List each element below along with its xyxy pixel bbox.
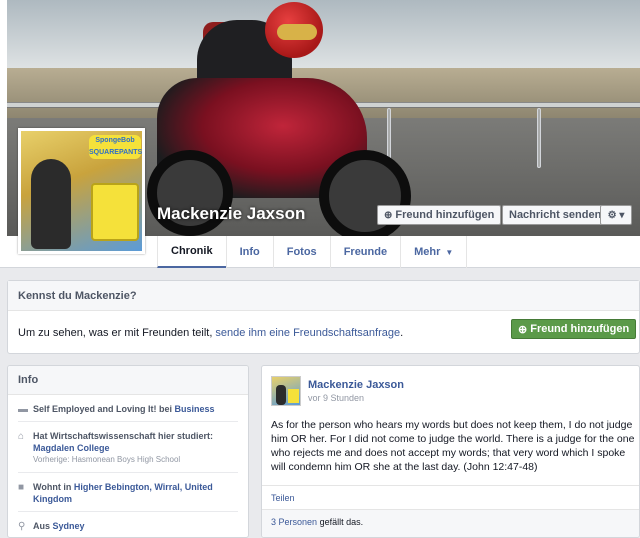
- post-likes: 3 Personen gefällt das.: [262, 510, 639, 537]
- tab-info[interactable]: Info: [225, 236, 273, 268]
- post-avatar[interactable]: [271, 376, 301, 406]
- tab-mehr[interactable]: Mehr ▼: [400, 236, 468, 268]
- send-message-button[interactable]: Nachricht senden: [502, 205, 609, 225]
- info-study: ⌂ Hat Wirtschaftswissenschaft hier studi…: [8, 430, 248, 466]
- briefcase-icon: ▬: [18, 404, 28, 415]
- profile-picture[interactable]: SpongeBob SQUAREPANTS: [18, 128, 145, 254]
- profile-header: SpongeBob SQUAREPANTS Mackenzie Jaxson ⊕…: [0, 0, 640, 268]
- info-panel: Info ▬ Self Employed and Loving It! bei …: [7, 365, 249, 538]
- location-pin-icon: ⚲: [18, 521, 26, 532]
- add-friend-green-button[interactable]: ⊕ Freund hinzufügen: [511, 319, 637, 339]
- info-work: ▬ Self Employed and Loving It! bei Busin…: [8, 403, 248, 415]
- add-friend-label: Freund hinzufügen: [530, 323, 630, 335]
- tab-label: Chronik: [171, 245, 213, 257]
- info-title: Info: [8, 366, 248, 395]
- post-timestamp[interactable]: vor 9 Stunden: [308, 393, 364, 403]
- study-link[interactable]: Magdalen College: [33, 443, 110, 453]
- timeline-post: Mackenzie Jaxson vor 9 Stunden As for th…: [261, 365, 640, 538]
- tab-freunde[interactable]: Freunde: [329, 236, 400, 268]
- info-from: ⚲ Aus Sydney: [8, 520, 248, 532]
- likes-suffix: gefällt das.: [319, 517, 364, 527]
- school-icon: ⌂: [18, 431, 25, 442]
- gear-icon: ⚙ ▾: [607, 209, 625, 221]
- spongebob-logo: SpongeBob SQUAREPANTS: [89, 135, 142, 159]
- home-icon: ■: [18, 482, 25, 493]
- post-text: As for the person who hears my words but…: [271, 419, 635, 473]
- info-lives: ■ Wohnt in Higher Bebington, Wirral, Uni…: [8, 481, 248, 505]
- likes-count-link[interactable]: 3 Personen: [271, 517, 317, 527]
- add-friend-label: Freund hinzufügen: [395, 209, 495, 221]
- from-prefix: Aus: [33, 521, 51, 531]
- profile-name[interactable]: Mackenzie Jaxson: [157, 204, 305, 224]
- know-text: Um zu sehen, was er mit Freunden teilt,: [18, 326, 213, 339]
- from-link[interactable]: Sydney: [53, 521, 85, 531]
- post-author[interactable]: Mackenzie Jaxson: [308, 379, 404, 391]
- lives-prefix: Wohnt in: [33, 482, 72, 492]
- work-link[interactable]: Business: [175, 404, 215, 414]
- study-prefix: Hat Wirtschaftswissenschaft hier studier…: [33, 431, 213, 441]
- add-friend-button[interactable]: ⊕ Freund hinzufügen: [377, 205, 502, 225]
- share-link[interactable]: Teilen: [271, 493, 295, 503]
- tab-label: Freunde: [343, 246, 388, 258]
- chevron-down-icon: ▼: [445, 247, 454, 257]
- send-message-label: Nachricht senden: [509, 209, 602, 221]
- profile-tabs: Chronik Info Fotos Freunde Mehr ▼: [157, 236, 468, 268]
- tab-label: Fotos: [286, 246, 317, 258]
- friend-request-link[interactable]: sende ihm eine Freundschaftsanfrage: [215, 327, 400, 339]
- tab-chronik[interactable]: Chronik: [157, 236, 226, 268]
- tab-label: Mehr: [414, 246, 441, 258]
- tab-label: Info: [239, 246, 260, 258]
- settings-menu-button[interactable]: ⚙ ▾: [600, 205, 632, 225]
- know-person-panel: Kennst du Mackenzie? Um zu sehen, was er…: [7, 280, 640, 354]
- add-friend-icon: ⊕: [384, 209, 393, 221]
- add-friend-icon: ⊕: [518, 323, 528, 336]
- work-prefix: Self Employed and Loving It! bei: [33, 404, 173, 414]
- know-title: Kennst du Mackenzie?: [8, 281, 639, 311]
- know-suffix: .: [400, 326, 404, 339]
- study-previous: Vorherige: Hasmonean Boys High School: [33, 455, 181, 464]
- tab-fotos[interactable]: Fotos: [272, 236, 330, 268]
